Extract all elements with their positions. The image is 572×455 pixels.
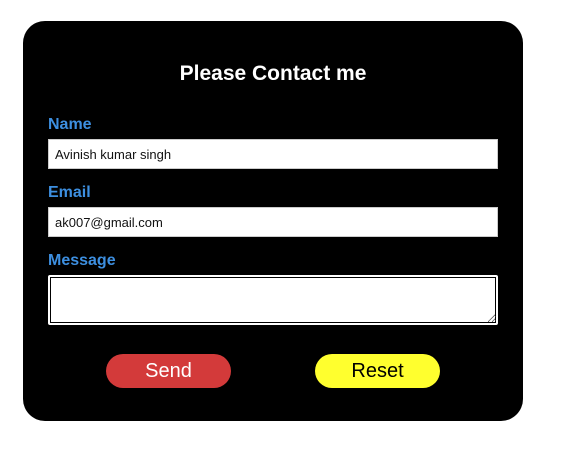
reset-button[interactable]: Reset [315, 354, 440, 388]
send-button[interactable]: Send [106, 354, 231, 388]
name-label: Name [48, 116, 92, 133]
name-field[interactable] [48, 139, 498, 169]
form-title: Please Contact me [179, 62, 367, 85]
message-label: Message [48, 252, 116, 269]
message-textarea[interactable] [48, 275, 498, 325]
email-field[interactable] [48, 207, 498, 237]
email-label: Email [48, 184, 91, 201]
